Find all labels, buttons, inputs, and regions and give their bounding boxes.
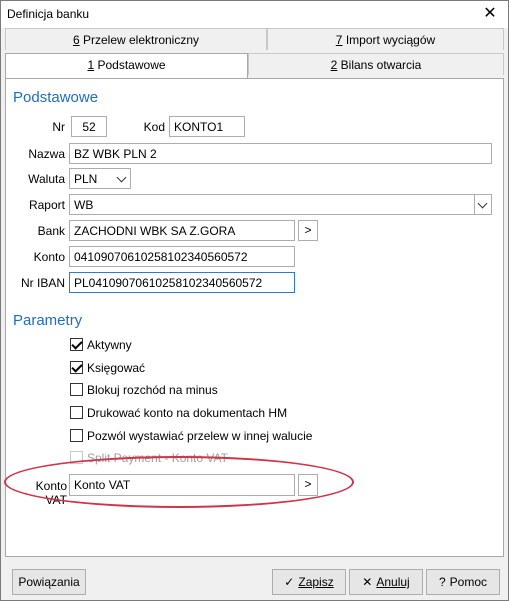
ksiegowac-label: Księgować: [87, 361, 146, 375]
ksiegowac-checkbox[interactable]: [70, 361, 83, 374]
tab-label: Przelew elektroniczny: [79, 33, 200, 47]
close-icon: ✕: [362, 575, 373, 589]
check-icon: ✓: [284, 575, 295, 589]
tab-przelew-elektroniczny[interactable]: 6 Przelew elektroniczny: [5, 28, 267, 50]
pomoc-label: Pomoc: [449, 575, 488, 589]
bank-label: Bank: [37, 224, 65, 238]
waluta-label: Waluta: [28, 172, 65, 186]
nr-label: Nr: [52, 120, 65, 134]
powiazania-button[interactable]: Powiązania: [12, 569, 86, 595]
tab-podstawowe[interactable]: 1 Podstawowe: [5, 53, 248, 78]
anuluj-label: Anuluj: [376, 575, 410, 589]
tab-label: Podstawowe: [94, 58, 166, 72]
kod-label: Kod: [143, 120, 165, 134]
iban-label: Nr IBAN: [20, 276, 65, 290]
chevron-down-icon[interactable]: [114, 169, 130, 188]
inna-waluta-checkbox[interactable]: [70, 429, 83, 442]
nr-field[interactable]: 52: [71, 116, 107, 137]
blokuj-rozchod-checkbox[interactable]: [70, 383, 83, 396]
anuluj-button[interactable]: ✕ Anuluj: [349, 569, 423, 595]
bank-field[interactable]: ZACHODNI WBK SA Z.GORA: [69, 220, 295, 241]
nazwa-field[interactable]: BZ WBK PLN 2: [69, 143, 492, 164]
konto-label: Konto: [33, 250, 65, 264]
dialog-window: Definicja banku ✕ 6 Przelew elektroniczn…: [0, 0, 509, 601]
inna-waluta-label: Pozwól wystawiać przelew w innej walucie: [87, 429, 313, 443]
zapisz-button[interactable]: ✓ Zapisz: [272, 569, 346, 595]
split-payment-checkbox: [70, 451, 83, 464]
tab-label: Bilans otwarcia: [337, 58, 422, 72]
section-heading-parametry: Parametry: [13, 312, 83, 329]
drukowac-konto-checkbox[interactable]: [70, 406, 83, 419]
konto-vat-select-button[interactable]: >: [298, 474, 318, 496]
zapisz-label: Zapisz: [298, 575, 334, 589]
konto-vat-field[interactable]: Konto VAT: [69, 474, 295, 496]
window-title: Definicja banku: [7, 7, 90, 21]
tab-hotkey: 6: [72, 33, 80, 47]
iban-field[interactable]: PL04109070610258102340560572: [69, 272, 295, 293]
raport-select[interactable]: WB: [69, 194, 492, 215]
raport-label: Raport: [28, 198, 65, 212]
chevron-down-icon[interactable]: [474, 195, 491, 214]
waluta-select[interactable]: PLN: [69, 168, 131, 189]
bank-select-button[interactable]: >: [298, 220, 318, 241]
blokuj-rozchod-label: Blokuj rozchód na minus: [87, 383, 218, 397]
tab-label: Import wyciągów: [342, 33, 436, 47]
close-icon[interactable]: ✕: [478, 4, 502, 24]
section-heading-podstawowe: Podstawowe: [13, 89, 99, 106]
konto-field[interactable]: 04109070610258102340560572: [69, 246, 295, 267]
waluta-value: PLN: [74, 172, 98, 186]
split-payment-label: Split Payment - Konto VAT: [87, 451, 228, 465]
tab-import-wyciagow[interactable]: 7 Import wyciągów: [267, 28, 504, 50]
pomoc-button[interactable]: ? Pomoc: [426, 569, 500, 595]
aktywny-label: Aktywny: [87, 338, 132, 352]
aktywny-checkbox[interactable]: [70, 338, 83, 351]
drukowac-konto-label: Drukować konto na dokumentach HM: [87, 406, 288, 420]
konto-vat-label: Konto VAT: [35, 479, 67, 507]
kod-field[interactable]: KONTO1: [169, 116, 245, 137]
help-icon: ?: [438, 575, 446, 589]
tab-bilans-otwarcia[interactable]: 2 Bilans otwarcia: [248, 53, 504, 75]
raport-value: WB: [74, 198, 94, 212]
nazwa-label: Nazwa: [28, 147, 65, 161]
title-bar: Definicja banku ✕: [1, 1, 508, 28]
